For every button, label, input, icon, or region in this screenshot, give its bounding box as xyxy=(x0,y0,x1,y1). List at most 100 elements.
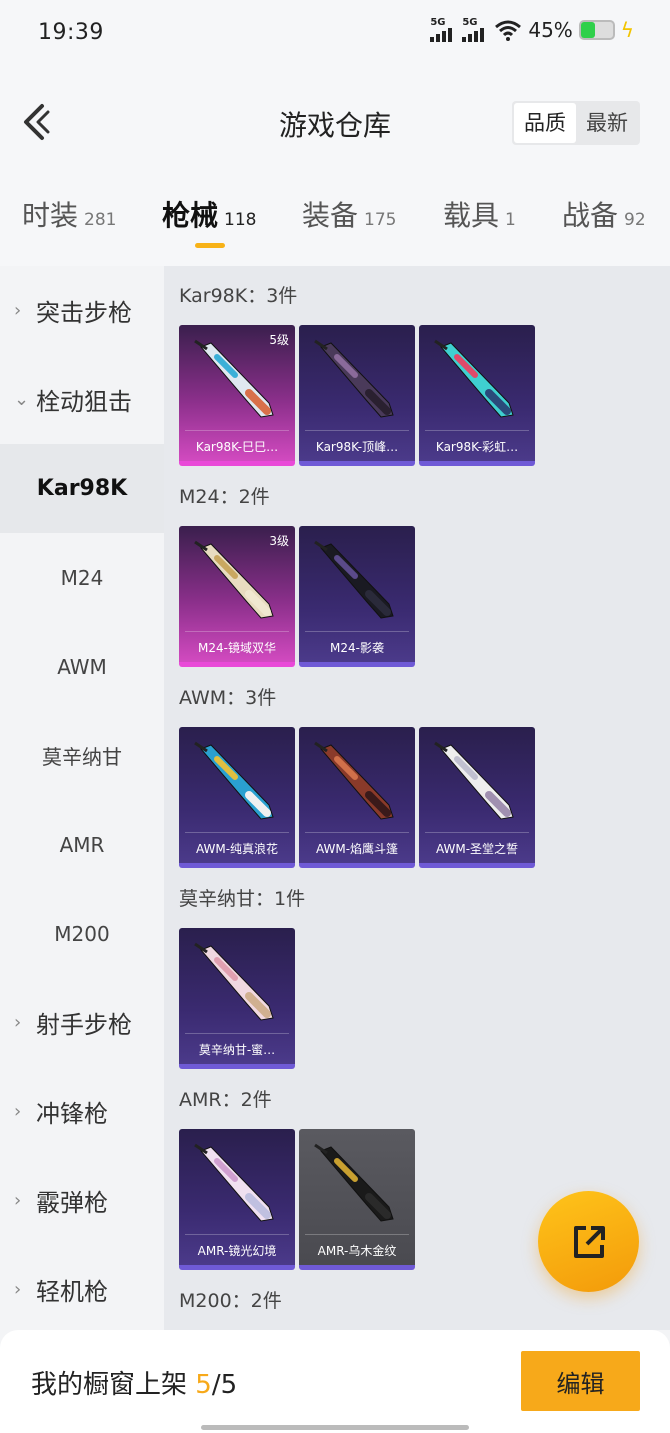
signal-icon: 5G xyxy=(462,17,485,42)
rifle-icon xyxy=(434,741,514,820)
edit-button[interactable]: 编辑 xyxy=(521,1351,640,1411)
tab-guns[interactable]: 枪械 118 xyxy=(162,194,256,234)
weapon-name: Kar98K-巳巳… xyxy=(195,440,279,454)
weapon-card[interactable]: 3级 M24-镜域双华 xyxy=(179,526,295,667)
rifle-icon xyxy=(194,1143,274,1222)
tab-label: 战备 xyxy=(562,199,619,232)
showcase-label: 我的橱窗上架 xyxy=(31,1370,188,1400)
signal-icon: 5G xyxy=(430,17,453,42)
sidebar-sub-m24[interactable]: M24 xyxy=(0,533,164,622)
weapon-name: AWM-焰鹰斗篷 xyxy=(315,842,399,856)
sidebar-sub-m200[interactable]: M200 xyxy=(0,889,164,978)
tab-fashion[interactable]: 时装 281 xyxy=(22,194,116,234)
weapon-card[interactable]: Kar98K-彩虹… xyxy=(419,325,535,466)
rifle-icon xyxy=(194,942,274,1021)
weapon-card[interactable]: M24-影袭 xyxy=(299,526,415,667)
sidebar-item-bolt-sniper[interactable]: ⌄ 栓动狙击 xyxy=(0,355,164,444)
weapon-card[interactable]: Kar98K-顶峰… xyxy=(299,325,415,466)
bottom-bar: 我的橱窗上架 5/5 编辑 xyxy=(0,1330,670,1433)
sidebar-item-label: 突击步枪 xyxy=(36,299,132,327)
sidebar-item-shotgun[interactable]: › 霰弹枪 xyxy=(0,1156,164,1245)
sort-quality-button[interactable]: 品质 xyxy=(514,103,576,143)
level-badge: 5级 xyxy=(269,333,289,347)
active-tab-indicator xyxy=(195,243,225,248)
battery-percent: 45% xyxy=(528,18,573,42)
item-grid: Kar98K：3件 5级 Kar98K-巳巳… Kar98K-顶峰… Kar98K-彩虹… xyxy=(164,266,670,1330)
weapon-name: Kar98K-顶峰… xyxy=(315,440,399,454)
tab-count: 92 xyxy=(624,210,646,230)
weapon-name: AWM-圣堂之誓 xyxy=(435,842,519,856)
group-title: M24：2件 xyxy=(179,486,270,508)
sidebar-item-label: 轻机枪 xyxy=(36,1278,108,1306)
signal-label: 5G xyxy=(430,17,446,28)
sidebar-item-label: 栓动狙击 xyxy=(36,388,132,416)
sidebar-item-assault-rifle[interactable]: › 突击步枪 xyxy=(0,266,164,355)
status-icons: 5G 5G 45% ϟ xyxy=(430,18,634,42)
weapon-card[interactable]: AWM-焰鹰斗篷 xyxy=(299,727,415,868)
share-icon xyxy=(573,1225,605,1258)
weapon-card[interactable]: 5级 Kar98K-巳巳… xyxy=(179,325,295,466)
tab-count: 118 xyxy=(224,210,257,230)
rifle-icon xyxy=(314,339,394,418)
tab-label: 时装 xyxy=(22,199,79,232)
weapon-card[interactable]: AWM-圣堂之誓 xyxy=(419,727,535,868)
weapon-card[interactable]: AMR-乌木金纹 xyxy=(299,1129,415,1270)
tab-equipment[interactable]: 装备 175 xyxy=(302,194,396,234)
tab-label: 载具 xyxy=(443,199,500,232)
rifle-icon xyxy=(314,540,394,619)
weapon-name: M24-镜域双华 xyxy=(198,641,276,655)
sidebar-sub-kar98k[interactable]: Kar98K xyxy=(0,444,164,533)
sidebar-sub-awm[interactable]: AWM xyxy=(0,622,164,711)
chevron-down-icon: ⌄ xyxy=(14,389,30,410)
rifle-icon xyxy=(194,540,274,619)
chevron-right-icon: › xyxy=(14,300,22,321)
back-icon[interactable] xyxy=(18,102,52,142)
weapon-name: Kar98K-彩虹… xyxy=(435,440,519,454)
sidebar-item-label: 霰弹枪 xyxy=(36,1189,108,1217)
tab-count: 281 xyxy=(84,210,117,230)
group-title: M200：2件 xyxy=(179,1290,282,1312)
rifle-icon xyxy=(314,741,394,820)
rifle-icon xyxy=(434,339,514,418)
rifle-icon xyxy=(194,741,274,820)
sidebar: › 突击步枪 ⌄ 栓动狙击 Kar98K M24 AWM 莫辛纳甘 AMR M2… xyxy=(0,266,164,1330)
weapon-name: AMR-乌木金纹 xyxy=(317,1244,397,1258)
group-title: AWM：3件 xyxy=(179,687,277,709)
sidebar-item-marksman[interactable]: › 射手步枪 xyxy=(0,978,164,1067)
group-title: Kar98K：3件 xyxy=(179,285,298,307)
weapon-name: AWM-纯真浪花 xyxy=(195,842,279,856)
weapon-card[interactable]: 莫辛纳甘-蜜… xyxy=(179,928,295,1069)
chevron-right-icon: › xyxy=(14,1279,22,1300)
charging-icon: ϟ xyxy=(620,18,634,42)
weapon-card[interactable]: AMR-镜光幻境 xyxy=(179,1129,295,1270)
chevron-right-icon: › xyxy=(14,1101,22,1122)
sidebar-sub-amr[interactable]: AMR xyxy=(0,800,164,889)
sidebar-item-lmg[interactable]: › 轻机枪 xyxy=(0,1245,164,1334)
weapon-name: M24-影袭 xyxy=(330,641,384,655)
tab-count: 175 xyxy=(364,210,397,230)
home-indicator[interactable] xyxy=(201,1425,469,1430)
weapon-card[interactable]: AWM-纯真浪花 xyxy=(179,727,295,868)
sort-newest-button[interactable]: 最新 xyxy=(576,103,638,143)
signal-label: 5G xyxy=(462,17,478,28)
category-tabs: 时装 281 枪械 118 装备 175 载具 1 战备 92 xyxy=(0,170,670,266)
sidebar-item-label: 射手步枪 xyxy=(36,1011,132,1039)
group-title: AMR：2件 xyxy=(179,1089,272,1111)
header: 游戏仓库 品质 最新 xyxy=(0,70,670,170)
tab-supplies[interactable]: 战备 92 xyxy=(562,194,646,234)
showcase-status: 我的橱窗上架 5/5 xyxy=(31,1364,237,1401)
sidebar-item-smg[interactable]: › 冲锋枪 xyxy=(0,1067,164,1156)
rifle-icon xyxy=(194,339,274,418)
sidebar-sub-mosin[interactable]: 莫辛纳甘 xyxy=(0,711,164,800)
chevron-right-icon: › xyxy=(14,1190,22,1211)
sort-toggle: 品质 最新 xyxy=(512,101,640,145)
status-bar: 19:39 5G 5G 45% ϟ xyxy=(0,0,670,70)
tab-count: 1 xyxy=(505,210,516,230)
showcase-used: 5 xyxy=(195,1370,212,1400)
wifi-icon xyxy=(495,20,522,41)
weapon-name: 莫辛纳甘-蜜… xyxy=(198,1043,276,1057)
share-button[interactable] xyxy=(538,1191,639,1292)
level-badge: 3级 xyxy=(269,534,289,548)
sidebar-item-label: 冲锋枪 xyxy=(36,1100,108,1128)
tab-vehicles[interactable]: 载具 1 xyxy=(443,194,516,234)
